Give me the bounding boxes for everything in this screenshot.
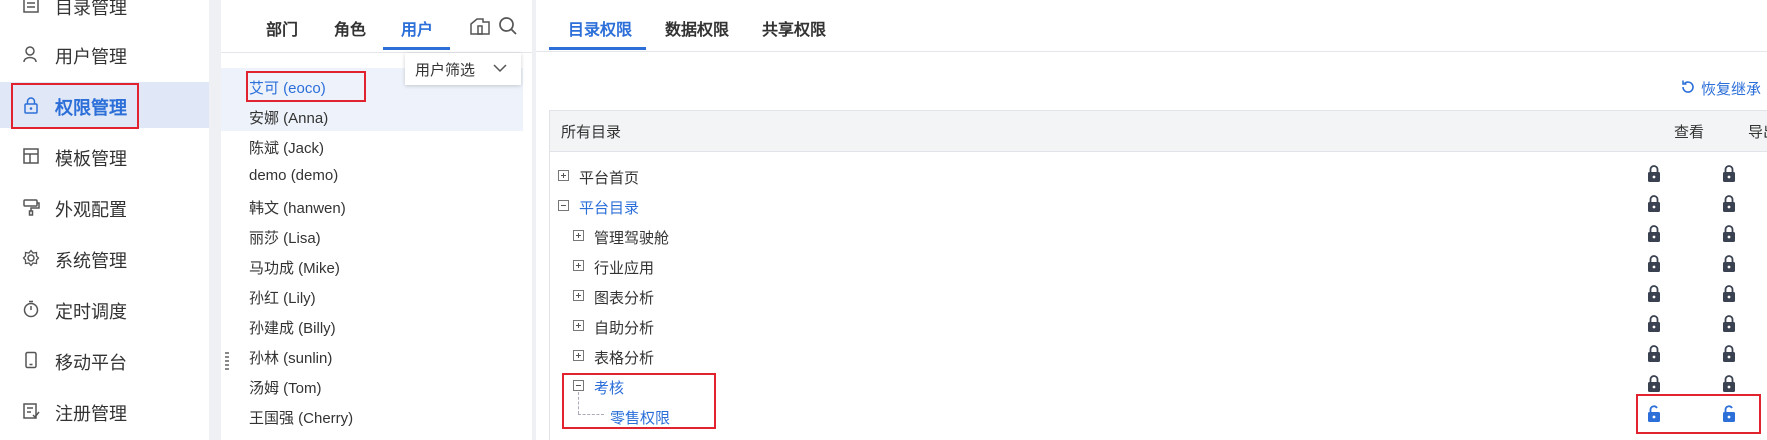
- expand-icon[interactable]: [573, 350, 584, 361]
- expand-icon[interactable]: [573, 320, 584, 331]
- lock-icon[interactable]: [1722, 255, 1736, 273]
- lock-icon[interactable]: [1722, 375, 1736, 393]
- restore-inherit-label: 恢复继承: [1701, 81, 1762, 97]
- sidebar: 目录管理 用户管理 权限管理 模板管理 外观配置 系统管理 定时调度 移动平台 …: [0, 0, 209, 440]
- sidebar-item-label: 外观配置: [55, 200, 127, 220]
- column-header-view: 查看: [1674, 124, 1705, 141]
- tree-node[interactable]: 管理驾驶舱: [594, 227, 669, 248]
- user-list-item[interactable]: 汤姆 (Tom): [249, 377, 322, 398]
- tree-node[interactable]: 自助分析: [594, 317, 654, 338]
- divider: [536, 51, 1767, 52]
- highlight-box: [246, 71, 366, 102]
- tab-role[interactable]: 角色: [334, 16, 366, 40]
- tree-node[interactable]: 表格分析: [594, 347, 654, 368]
- gear-icon: [22, 249, 40, 267]
- organization-icon[interactable]: [469, 16, 491, 36]
- user-list-item[interactable]: 马功成 (Mike): [249, 257, 340, 278]
- sidebar-item-register[interactable]: 注册管理: [0, 388, 209, 434]
- lock-icon[interactable]: [1647, 225, 1661, 243]
- sidebar-item-label: 定时调度: [55, 302, 127, 322]
- lock-icon[interactable]: [1722, 165, 1736, 183]
- sidebar-item-users[interactable]: 用户管理: [0, 31, 209, 77]
- sidebar-item-schedule[interactable]: 定时调度: [0, 286, 209, 332]
- collapse-icon[interactable]: [558, 200, 569, 211]
- tree-node[interactable]: 行业应用: [594, 257, 654, 278]
- tree-node[interactable]: 图表分析: [594, 287, 654, 308]
- user-list-item[interactable]: 韩文 (hanwen): [249, 197, 346, 218]
- highlight-box: [11, 83, 139, 129]
- sidebar-item-mobile[interactable]: 移动平台: [0, 337, 209, 383]
- user-panel: 部门 角色 用户 用户筛选 艾可 (eoco) 安娜 (Anna) 陈斌 (Ja…: [221, 0, 532, 440]
- tab-data-permission[interactable]: 数据权限: [665, 16, 729, 40]
- user-filter-dropdown[interactable]: 用户筛选: [405, 53, 521, 85]
- user-list-item[interactable]: 安娜 (Anna): [249, 107, 328, 128]
- permission-panel: 目录权限 数据权限 共享权限 恢复继承 所有目录 查看 导出 平台首页 平台目录…: [536, 0, 1767, 440]
- user-list-item[interactable]: 陈斌 (Jack): [249, 137, 324, 158]
- expand-icon[interactable]: [558, 170, 569, 181]
- table-header: 所有目录 查看 导出: [549, 110, 1767, 152]
- resize-handle[interactable]: [225, 352, 229, 370]
- lock-icon[interactable]: [1722, 285, 1736, 303]
- lock-icon[interactable]: [1647, 375, 1661, 393]
- user-filter-label: 用户筛选: [415, 62, 476, 79]
- tab-directory-permission[interactable]: 目录权限: [568, 16, 632, 40]
- tree-node[interactable]: 平台目录: [579, 197, 639, 218]
- user-list-item[interactable]: 王国强 (Cherry): [249, 407, 353, 428]
- column-header-export: 导出: [1748, 124, 1767, 141]
- sidebar-item-directory[interactable]: 目录管理: [0, 0, 209, 28]
- lock-icon[interactable]: [1647, 195, 1661, 213]
- template-icon: [23, 148, 39, 164]
- lock-icon[interactable]: [1647, 255, 1661, 273]
- user-list-item[interactable]: 孙林 (sunlin): [249, 347, 332, 368]
- sidebar-item-system[interactable]: 系统管理: [0, 235, 209, 281]
- highlight-box: [1636, 394, 1761, 434]
- register-icon: [23, 403, 40, 419]
- sidebar-item-label: 目录管理: [55, 0, 127, 18]
- lock-icon[interactable]: [1647, 165, 1661, 183]
- sidebar-item-templates[interactable]: 模板管理: [0, 133, 209, 179]
- sidebar-item-label: 模板管理: [55, 149, 127, 169]
- sidebar-item-label: 移动平台: [55, 353, 127, 373]
- lock-icon[interactable]: [1647, 285, 1661, 303]
- sidebar-item-label: 注册管理: [55, 404, 127, 424]
- tree-node[interactable]: 平台首页: [579, 167, 639, 188]
- expand-icon[interactable]: [573, 230, 584, 241]
- tab-underline: [383, 47, 450, 50]
- mobile-icon: [25, 351, 37, 369]
- tab-underline: [549, 47, 646, 50]
- user-list-item[interactable]: 孙建成 (Billy): [249, 317, 336, 338]
- user-icon: [23, 46, 37, 63]
- tab-department[interactable]: 部门: [266, 16, 298, 40]
- directory-icon: [23, 0, 39, 13]
- expand-icon[interactable]: [573, 290, 584, 301]
- restore-inherit-button[interactable]: 恢复继承: [1680, 77, 1767, 97]
- timer-icon: [23, 300, 39, 318]
- chevron-down-icon: [493, 64, 507, 73]
- sidebar-item-label: 系统管理: [55, 251, 127, 271]
- user-list-item[interactable]: 丽莎 (Lisa): [249, 227, 321, 248]
- tab-user[interactable]: 用户: [401, 16, 433, 40]
- lock-icon[interactable]: [1722, 315, 1736, 333]
- brush-icon: [23, 199, 40, 216]
- restore-icon: [1682, 80, 1694, 93]
- sidebar-item-appearance[interactable]: 外观配置: [0, 184, 209, 230]
- expand-icon[interactable]: [573, 260, 584, 271]
- highlight-box: [562, 373, 716, 429]
- lock-icon[interactable]: [1647, 315, 1661, 333]
- lock-icon[interactable]: [1647, 345, 1661, 363]
- user-list-item[interactable]: 孙红 (Lily): [249, 287, 316, 308]
- lock-icon[interactable]: [1722, 195, 1736, 213]
- tab-share-permission[interactable]: 共享权限: [762, 16, 826, 40]
- lock-icon[interactable]: [1722, 345, 1736, 363]
- sidebar-item-label: 用户管理: [55, 47, 127, 67]
- table-border: [549, 150, 550, 440]
- lock-icon[interactable]: [1722, 225, 1736, 243]
- user-list-item[interactable]: demo (demo): [249, 167, 338, 184]
- search-icon[interactable]: [498, 16, 518, 36]
- column-header-all: 所有目录: [561, 124, 622, 141]
